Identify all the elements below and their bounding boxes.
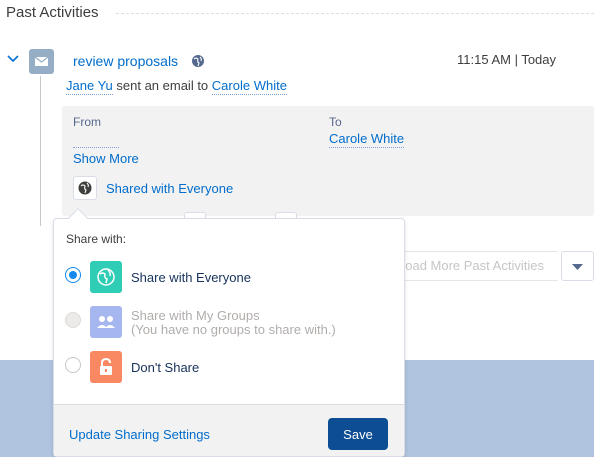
activity-timestamp: 11:15 AM | Today	[457, 52, 557, 67]
from-label: From	[73, 115, 101, 129]
dont-share-radio[interactable]	[65, 357, 81, 373]
update-sharing-settings-link[interactable]: Update Sharing Settings	[69, 427, 210, 442]
from-value-underline	[73, 147, 119, 148]
section-divider	[116, 13, 594, 14]
share-groups-sublabel: (You have no groups to share with.)	[131, 322, 336, 337]
globe-icon	[192, 55, 204, 67]
share-with-heading: Share with:	[66, 232, 127, 246]
email-details-panel	[62, 106, 594, 216]
sharing-button[interactable]	[73, 176, 97, 200]
recipient-link[interactable]: Carole White	[211, 78, 287, 95]
sharing-status-link[interactable]: Shared with Everyone	[106, 181, 233, 196]
more-options-button[interactable]	[561, 251, 594, 281]
to-label: To	[329, 115, 342, 129]
actor-link[interactable]: Jane Yu	[66, 78, 113, 95]
globe-icon	[78, 181, 92, 195]
to-recipient-link[interactable]: Carole White	[329, 131, 405, 148]
email-icon	[29, 49, 54, 74]
dont-share-label[interactable]: Don't Share	[131, 360, 199, 375]
share-groups-label: Share with My Groups	[131, 308, 260, 323]
globe-icon	[90, 261, 122, 293]
share-everyone-label[interactable]: Share with Everyone	[131, 270, 251, 285]
groups-icon	[90, 306, 122, 338]
save-button[interactable]: Save	[328, 418, 388, 450]
section-title: Past Activities	[6, 4, 99, 21]
lock-icon	[90, 351, 122, 383]
timeline-line	[40, 76, 41, 226]
load-more-button[interactable]: Load More Past Activities	[398, 258, 544, 273]
share-everyone-radio[interactable]	[65, 267, 81, 283]
activity-subject-link[interactable]: review proposals	[73, 53, 178, 69]
show-more-link[interactable]: Show More	[73, 151, 139, 166]
activity-summary: Jane Yu sent an email to Carole White	[66, 78, 287, 95]
share-groups-radio[interactable]	[65, 312, 81, 328]
action-text: sent an email to	[116, 78, 209, 93]
chevron-down-icon[interactable]	[6, 52, 20, 66]
caret-down-icon	[572, 264, 583, 270]
